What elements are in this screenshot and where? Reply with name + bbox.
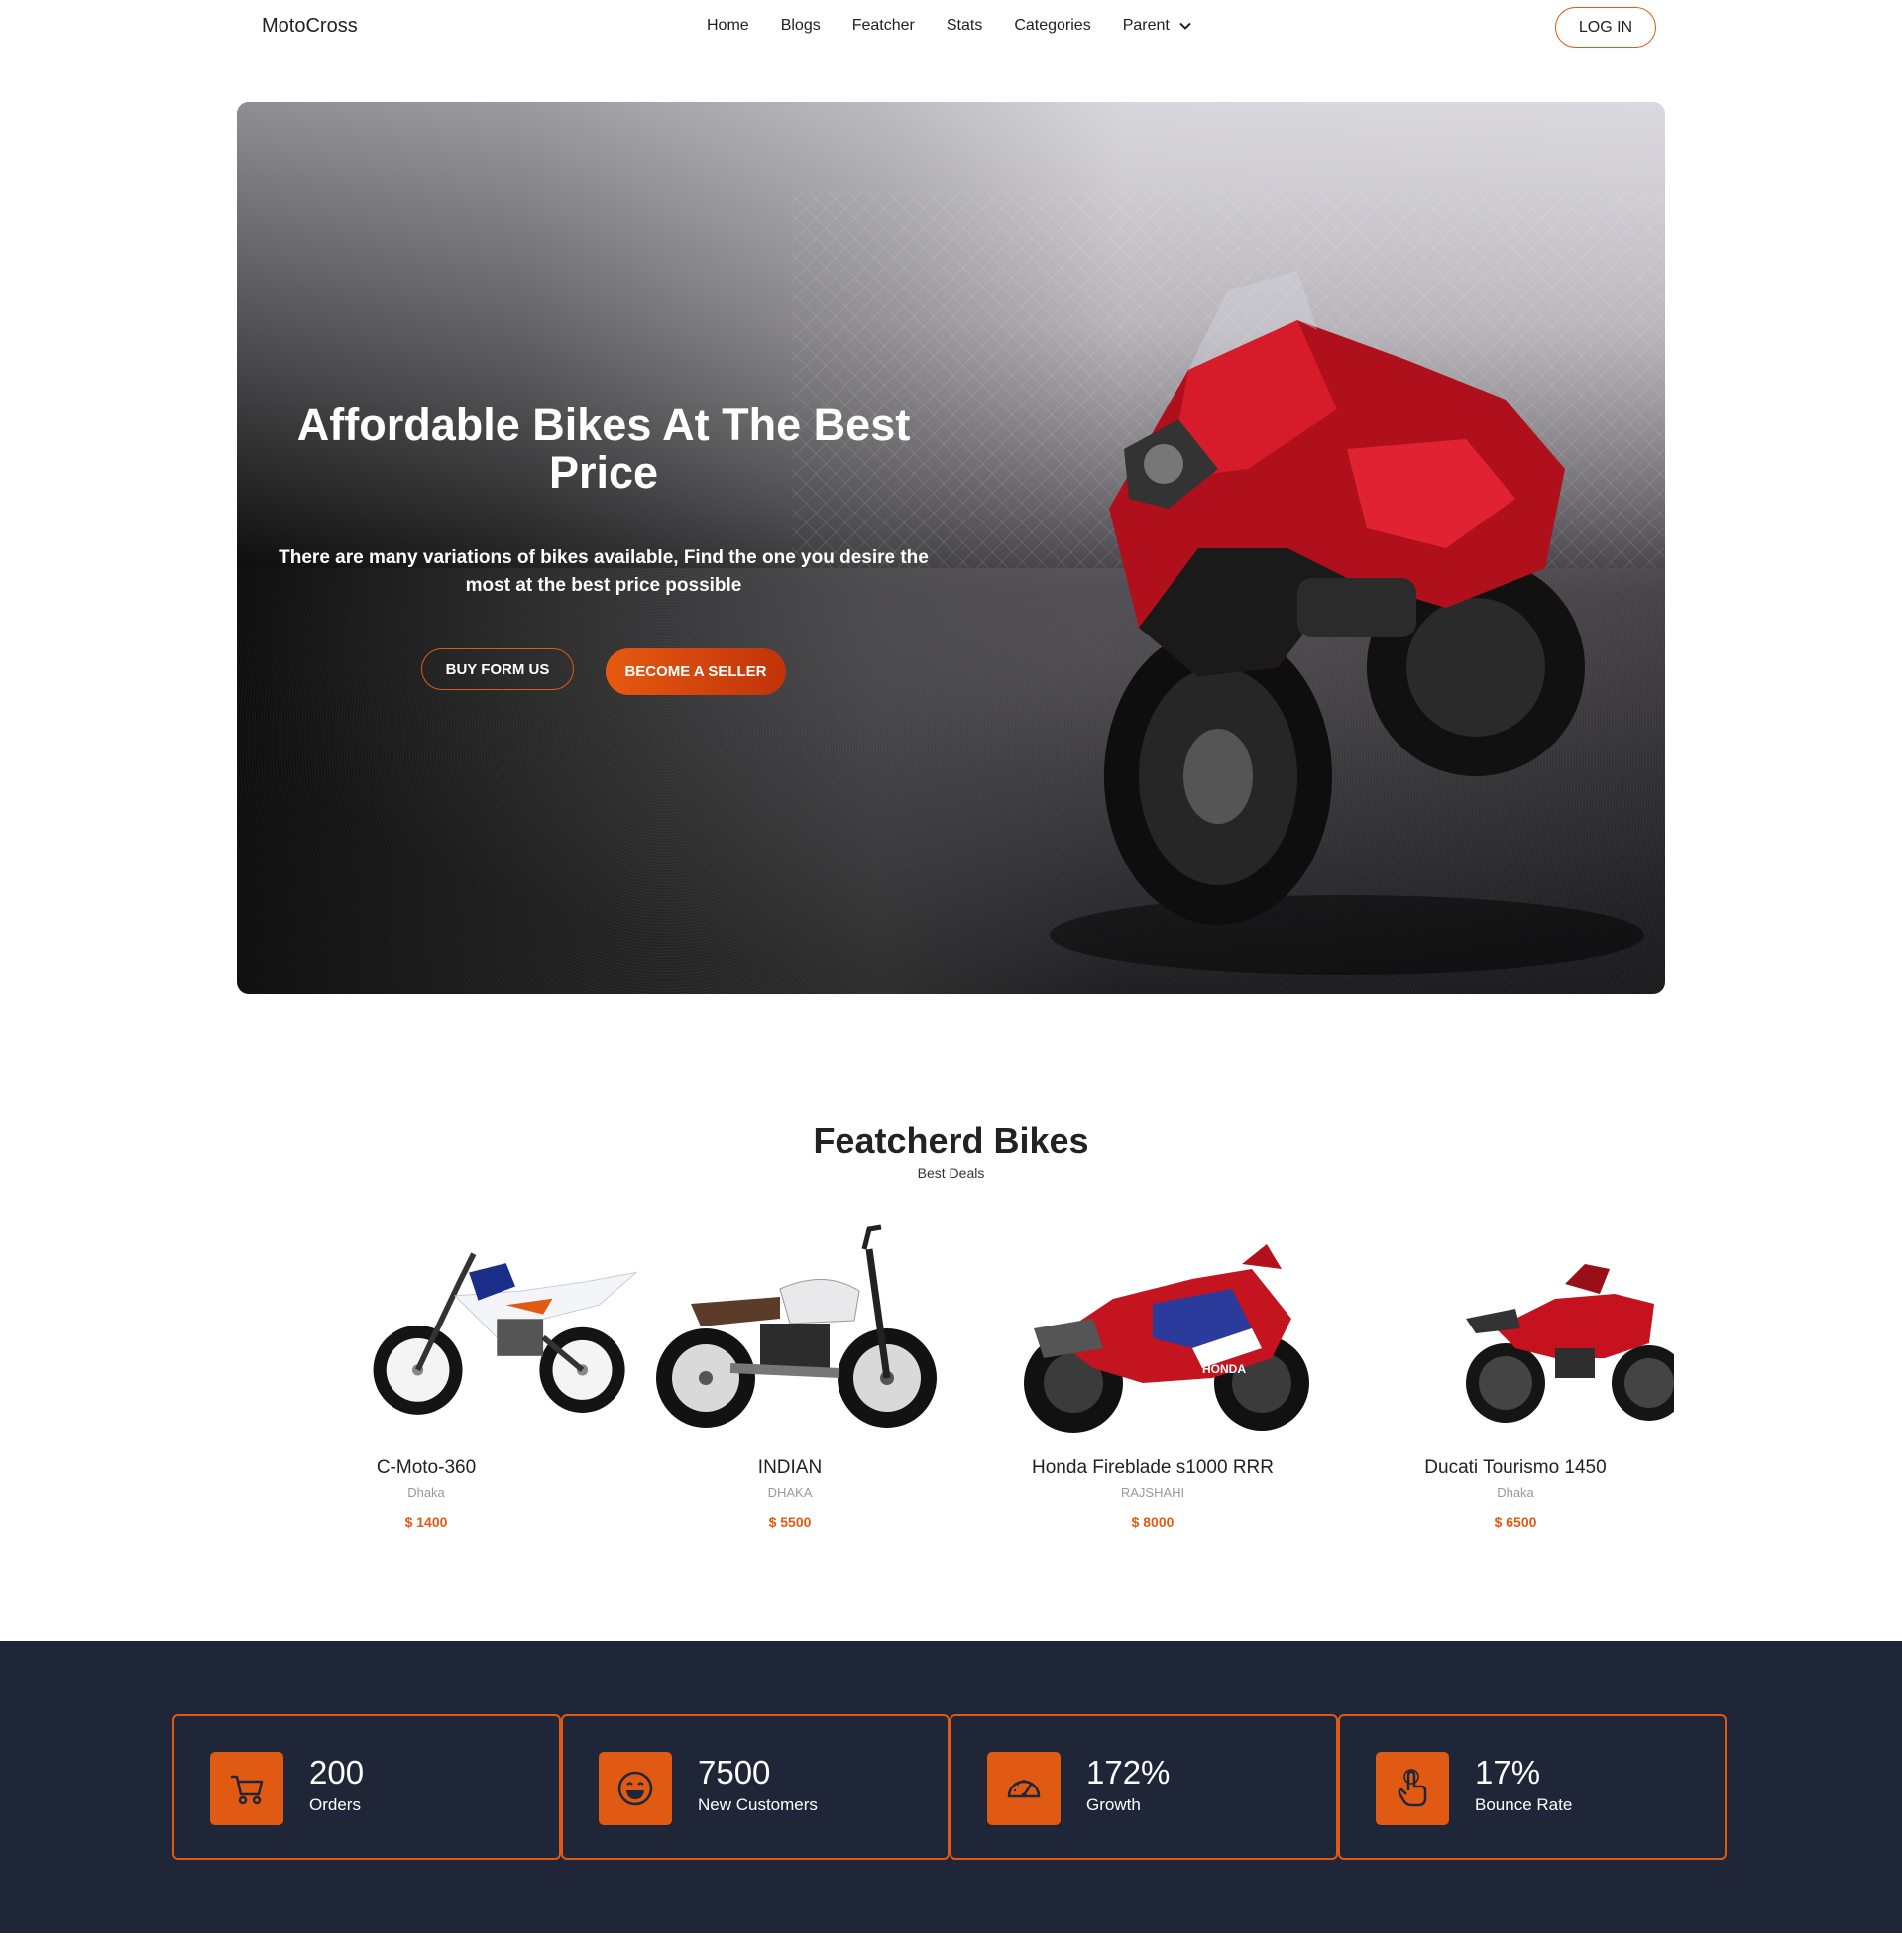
ducati-bike-image — [1466, 1264, 1674, 1423]
main-menu: Home Blogs Featcher Stats Categories Par… — [707, 17, 1223, 35]
nav-link-featcher[interactable]: Featcher — [852, 17, 915, 35]
stat-card-orders: 200 Orders — [172, 1714, 561, 1860]
fireblade-bike-image: HONDA — [1024, 1244, 1309, 1433]
nav-link-categories[interactable]: Categories — [1014, 17, 1090, 35]
dirt-bike-image — [367, 1216, 646, 1431]
bike-card[interactable]: C-Moto-360 Dhaka $ 1400 — [268, 1210, 646, 1537]
login-button[interactable]: LOG IN — [1555, 7, 1656, 48]
cart-icon — [210, 1752, 283, 1825]
nav-dropdown-parent-label: Parent — [1122, 17, 1170, 34]
stat-card-bounce: 17% Bounce Rate — [1338, 1714, 1727, 1860]
scrambler-bike-image — [656, 1224, 937, 1428]
speedometer-icon — [987, 1752, 1061, 1825]
brand-logo[interactable]: MotoCross — [262, 15, 358, 38]
hero-subtitle: There are many variations of bikes avail… — [279, 547, 929, 596]
nav-dropdown-parent[interactable]: Parent — [1123, 17, 1191, 35]
bike-location: RAJSHAHI — [1120, 1485, 1185, 1500]
bike-card[interactable]: Ducati Tourismo 1450 Dhaka $ 6500 — [1357, 1210, 1674, 1537]
bike-name: C-Moto-360 — [376, 1457, 477, 1478]
stat-label: Bounce Rate — [1475, 1795, 1573, 1814]
stat-label: Growth — [1086, 1795, 1141, 1814]
stat-value: 172% — [1086, 1754, 1171, 1790]
hero-title: Affordable Bikes At The Best Price — [296, 400, 911, 498]
featured-title: Featcherd Bikes — [813, 1120, 1089, 1161]
stat-card-growth: 172% Growth — [950, 1714, 1338, 1860]
nav-link-stats[interactable]: Stats — [947, 17, 982, 35]
stat-value: 200 — [309, 1754, 365, 1790]
bike-location: DHAKA — [767, 1485, 813, 1500]
bike-location: Dhaka — [407, 1485, 445, 1500]
featured-subtitle: Best Deals — [917, 1165, 985, 1181]
bike-card[interactable]: INDIAN DHAKA $ 5500 — [631, 1210, 949, 1537]
chevron-down-icon — [1179, 22, 1191, 30]
bike-price: $ 1400 — [404, 1514, 448, 1530]
buy-from-us-button[interactable]: BUY FORM US — [421, 648, 574, 690]
stat-label: Orders — [309, 1795, 361, 1814]
stat-card-customers: 7500 New Customers — [561, 1714, 950, 1860]
pointer-hand-icon — [1376, 1752, 1449, 1825]
stat-value: 17% — [1475, 1754, 1541, 1790]
bike-price: $ 5500 — [768, 1514, 812, 1530]
navbar: MotoCross Home Blogs Featcher Stats Cate… — [0, 0, 1902, 56]
bike-location: Dhaka — [1497, 1485, 1534, 1500]
smiley-icon — [599, 1752, 672, 1825]
bike-name: Ducati Tourismo 1450 — [1424, 1457, 1607, 1478]
become-seller-button[interactable]: BECOME A SELLER — [606, 648, 786, 695]
bike-name: Honda Fireblade s1000 RRR — [1032, 1457, 1274, 1478]
stats-section: 200 Orders 7500 New Customers 172% Growt… — [0, 1641, 1902, 1933]
svg-text:HONDA: HONDA — [1202, 1362, 1246, 1376]
stat-label: New Customers — [698, 1795, 818, 1814]
stat-value: 7500 — [698, 1754, 771, 1790]
bike-card[interactable]: HONDA Honda Fireblade s1000 RRR RAJSHAHI… — [994, 1210, 1311, 1537]
nav-link-blogs[interactable]: Blogs — [781, 17, 821, 35]
bike-name: INDIAN — [757, 1457, 823, 1478]
nav-link-home[interactable]: Home — [707, 17, 749, 35]
bike-price: $ 8000 — [1131, 1514, 1175, 1530]
sportbike-image — [1050, 271, 1644, 975]
hero-banner: Affordable Bikes At The Best Price There… — [237, 102, 1665, 994]
bike-price: $ 6500 — [1494, 1514, 1537, 1530]
